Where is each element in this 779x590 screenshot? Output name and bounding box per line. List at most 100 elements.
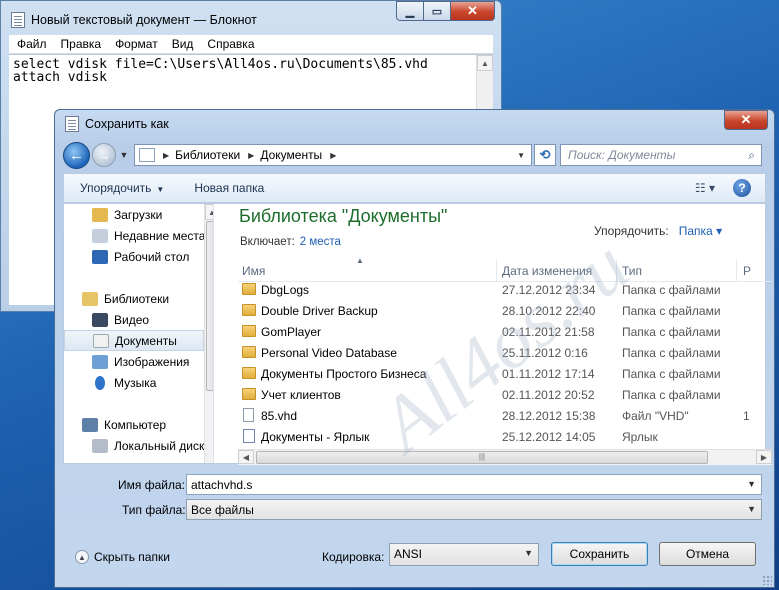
address-folder-icon — [139, 148, 155, 162]
nav-item-recent[interactable]: Недавние места — [64, 225, 205, 246]
list-scroll-thumb[interactable]: ||| — [256, 451, 708, 464]
libraries-icon — [82, 291, 98, 306]
cancel-button[interactable]: Отмена — [659, 542, 756, 566]
search-icon[interactable]: ⌕ — [748, 148, 755, 163]
menu-help[interactable]: Справка — [207, 37, 254, 51]
forward-arrow-icon[interactable]: → — [92, 143, 116, 167]
nav-item-desktop[interactable]: Рабочий стол — [64, 246, 204, 267]
column-date[interactable]: Дата изменения — [502, 264, 592, 278]
browser-pane: Загрузки Недавние места Рабочий стол Биб… — [63, 203, 772, 465]
recent-pages-dropdown-icon[interactable]: ▼ — [118, 150, 130, 160]
nav-item-pictures[interactable]: Изображения — [64, 351, 204, 372]
chevron-right-icon[interactable]: ▶ — [330, 151, 336, 160]
column-type[interactable]: Тип — [622, 264, 642, 278]
close-button[interactable]: ✕ — [451, 1, 495, 21]
scroll-up-icon[interactable]: ▲ — [477, 55, 493, 71]
folder-icon — [242, 388, 256, 400]
encoding-label: Кодировка: — [322, 550, 385, 564]
shortcut-icon — [243, 429, 255, 443]
dialog-close-button[interactable]: ✕ — [724, 110, 768, 130]
scroll-up-icon[interactable]: ▲ — [205, 204, 213, 220]
address-dropdown-icon[interactable]: ▼ — [517, 151, 525, 160]
list-item[interactable]: GomPlayer 02.11.2012 21:58 Папка с файлами — [238, 321, 772, 342]
dialog-icon — [65, 116, 79, 132]
nav-item-music[interactable]: Музыка — [64, 372, 204, 393]
list-item[interactable]: Personal Video Database 25.11.2012 0:16 Па… — [238, 342, 772, 363]
column-size[interactable]: Р — [743, 264, 751, 278]
folder-icon — [242, 304, 256, 316]
new-folder-button[interactable]: Новая папка — [194, 181, 264, 195]
folder-icon — [242, 325, 256, 337]
folder-icon — [242, 283, 256, 295]
list-item[interactable]: Учет клиентов 02.11.2012 20:52 Папка с фай… — [238, 384, 772, 405]
chevron-up-icon: ▲ — [75, 550, 89, 564]
back-arrow-icon[interactable]: ← — [63, 141, 90, 169]
view-options-icon[interactable]: ☷ ▾ — [695, 181, 715, 195]
command-bar: Упорядочить ▼ Новая папка ☷ ▾ ? — [63, 173, 766, 203]
chevron-down-icon[interactable]: ▼ — [747, 479, 756, 489]
list-horizontal-scrollbar[interactable]: ◀ ||| ▶ — [238, 449, 772, 465]
hide-folders-button[interactable]: ▲ Скрыть папки — [75, 550, 170, 564]
search-placeholder: Поиск: Документы — [568, 148, 676, 162]
file-list: Имя ▲ Дата изменения Тип Р DbgLogs 27.12.… — [238, 256, 772, 465]
documents-icon — [93, 333, 109, 348]
nav-scroll-thumb[interactable] — [206, 221, 213, 391]
nav-item-video[interactable]: Видео — [64, 309, 204, 330]
scroll-left-icon[interactable]: ◀ — [238, 450, 254, 464]
refresh-icon[interactable]: ⟲ — [534, 144, 556, 166]
navigation-bar: ← → ▼ ▶ Библиотеки ▶ Документы ▶ ▼ ⟲ Пои… — [63, 139, 766, 171]
column-name[interactable]: Имя — [242, 264, 265, 278]
notepad-title: Новый текстовый документ — Блокнот — [31, 13, 257, 27]
folder-icon — [242, 367, 256, 379]
breadcrumb-libraries[interactable]: Библиотеки — [175, 148, 240, 162]
local-disk-icon — [92, 438, 108, 453]
address-bar[interactable]: ▶ Библиотеки ▶ Документы ▶ ▼ — [134, 144, 532, 166]
recent-places-icon — [92, 228, 108, 243]
text-line: attach vdisk — [13, 70, 107, 85]
resize-grip-icon[interactable] — [762, 575, 772, 585]
encoding-select[interactable]: ANSI ▼ — [389, 543, 539, 566]
nav-item-downloads[interactable]: Загрузки — [64, 204, 204, 225]
save-button[interactable]: Сохранить — [551, 542, 648, 566]
pictures-icon — [92, 354, 108, 369]
nav-item-documents[interactable]: Документы — [64, 330, 204, 351]
list-item[interactable]: DbgLogs 27.12.2012 23:34 Папка с файлами — [238, 279, 772, 300]
list-item[interactable]: Документы - Ярлык 25.12.2012 14:05 Ярлык — [238, 426, 772, 447]
computer-icon — [82, 417, 98, 432]
includes-locations-link[interactable]: 2 места — [300, 236, 341, 248]
notepad-titlebar[interactable]: Новый текстовый документ — Блокнот — [11, 9, 257, 31]
arrange-by: Упорядочить: Папка ▾ — [594, 224, 723, 238]
filetype-select[interactable]: Все файлы ▼ — [186, 499, 762, 520]
scroll-right-icon[interactable]: ▶ — [756, 450, 772, 464]
chevron-down-icon[interactable]: ▼ — [524, 548, 533, 558]
menu-file[interactable]: Файл — [17, 37, 47, 51]
list-item[interactable]: Double Driver Backup 28.10.2012 22:40 Папк… — [238, 300, 772, 321]
search-input[interactable]: Поиск: Документы ⌕ — [560, 144, 762, 166]
menu-format[interactable]: Формат — [115, 37, 158, 51]
sort-ascending-icon: ▲ — [356, 256, 364, 265]
help-icon[interactable]: ? — [733, 179, 751, 197]
minimize-button[interactable]: ▁ — [396, 1, 424, 21]
arrange-by-dropdown[interactable]: Папка ▾ — [679, 224, 722, 238]
library-title: Библиотека "Документы" — [239, 206, 448, 226]
list-item[interactable]: 85.vhd 28.12.2012 15:38 Файл "VHD" 1 — [238, 405, 772, 426]
chevron-right-icon[interactable]: ▶ — [163, 151, 169, 160]
menu-edit[interactable]: Правка — [61, 37, 102, 51]
menu-view[interactable]: Вид — [172, 37, 194, 51]
list-item[interactable]: Документы Простого Бизнеса 01.11.2012 17:… — [238, 363, 772, 384]
organize-button[interactable]: Упорядочить ▼ — [80, 181, 164, 195]
nav-item-local-disk[interactable]: Локальный диск — [64, 435, 204, 456]
breadcrumb-documents[interactable]: Документы — [260, 148, 322, 162]
filename-label: Имя файла: — [118, 478, 185, 492]
maximize-button[interactable]: ▭ — [424, 1, 451, 21]
nav-item-computer[interactable]: Компьютер — [64, 414, 204, 435]
video-icon — [92, 312, 108, 327]
desktop-icon — [92, 249, 108, 264]
nav-scrollbar[interactable]: ▲ — [204, 204, 213, 463]
downloads-folder-icon — [92, 207, 108, 222]
nav-item-libraries[interactable]: Библиотеки — [64, 288, 204, 309]
chevron-right-icon[interactable]: ▶ — [248, 151, 254, 160]
filename-field[interactable]: attachvhd.s ▼ — [186, 474, 762, 495]
dialog-titlebar[interactable]: Сохранить как — [65, 116, 169, 132]
chevron-down-icon[interactable]: ▼ — [747, 504, 756, 514]
